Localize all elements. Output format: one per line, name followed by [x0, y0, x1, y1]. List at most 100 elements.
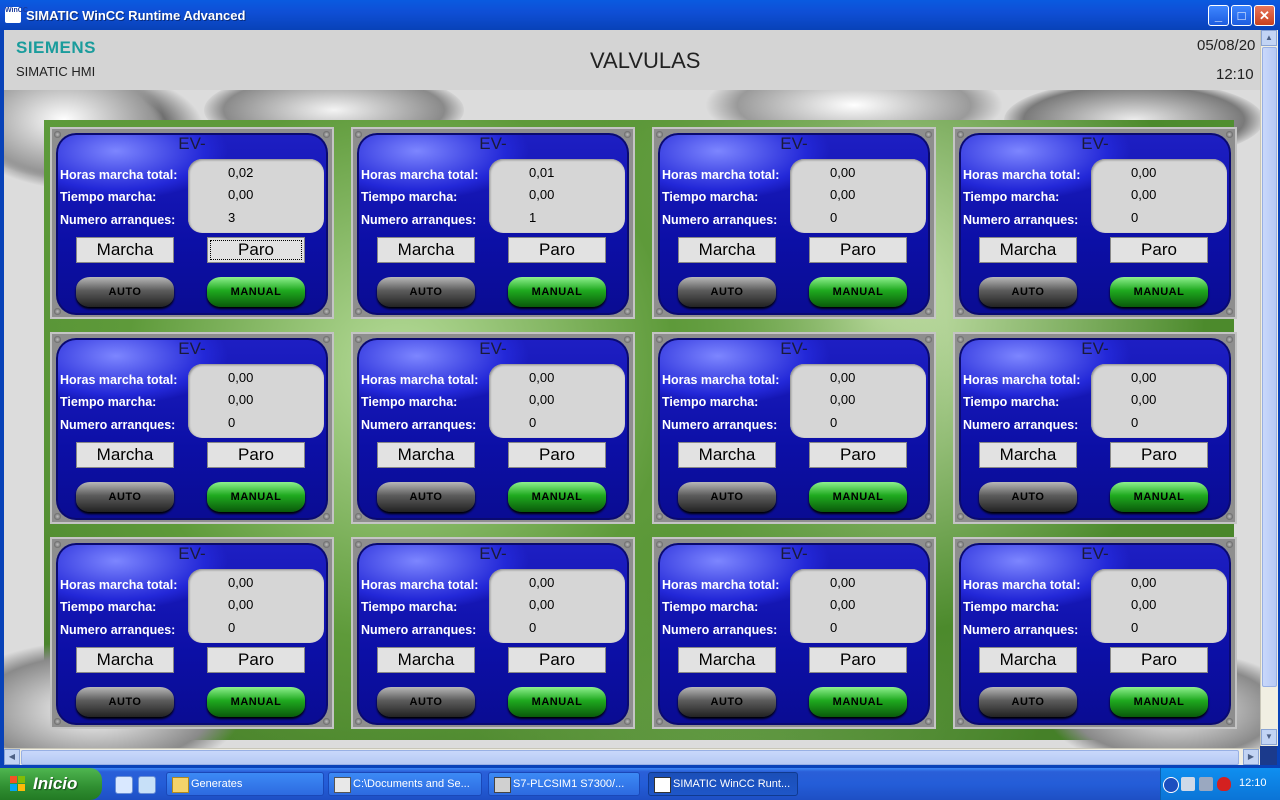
tools-icon[interactable] — [1199, 777, 1213, 791]
paro-button[interactable]: Paro — [207, 442, 305, 468]
valve-title: EV- — [178, 544, 206, 563]
network-icon[interactable] — [1181, 777, 1195, 791]
manual-button[interactable]: MANUAL — [809, 277, 907, 307]
paro-button[interactable]: Paro — [809, 237, 907, 263]
manual-button[interactable]: MANUAL — [508, 687, 606, 717]
screw-icon — [656, 513, 663, 520]
manual-button[interactable]: MANUAL — [207, 277, 305, 307]
auto-button[interactable]: AUTO — [377, 482, 475, 512]
auto-button[interactable]: AUTO — [76, 482, 174, 512]
security-shield-icon[interactable] — [1217, 777, 1231, 791]
auto-button[interactable]: AUTO — [76, 277, 174, 307]
media-player-icon[interactable] — [138, 776, 156, 794]
maximize-button[interactable]: □ — [1231, 5, 1252, 26]
auto-button[interactable]: AUTO — [979, 277, 1077, 307]
marcha-button[interactable]: Marcha — [377, 237, 475, 263]
valve-title: EV- — [178, 134, 206, 153]
horas-marcha-value: 0,00 — [228, 575, 254, 590]
paro-button[interactable]: Paro — [207, 647, 305, 673]
numero-arranques-value: 0 — [228, 415, 236, 430]
auto-button[interactable]: AUTO — [678, 482, 776, 512]
taskbar-item-generates[interactable]: Generates — [166, 772, 324, 796]
horizontal-scrollbar[interactable]: ◀ ▶ — [4, 748, 1260, 766]
manual-button[interactable]: MANUAL — [809, 482, 907, 512]
valve-panel: EV- Horas marcha total: Tiempo marcha: Nume… — [953, 332, 1237, 524]
paro-button[interactable]: Paro — [1110, 237, 1208, 263]
marcha-button[interactable]: Marcha — [979, 647, 1077, 673]
manual-button[interactable]: MANUAL — [1110, 687, 1208, 717]
auto-button[interactable]: AUTO — [678, 687, 776, 717]
start-button[interactable]: Inicio — [0, 768, 102, 800]
paro-button[interactable]: Paro — [809, 647, 907, 673]
screw-icon — [323, 513, 330, 520]
paro-button[interactable]: Paro — [207, 237, 305, 263]
screw-icon — [355, 308, 362, 315]
marcha-button[interactable]: Marcha — [76, 647, 174, 673]
screw-icon — [54, 513, 61, 520]
scroll-right-arrow-icon[interactable]: ▶ — [1243, 749, 1259, 765]
marcha-button[interactable]: Marcha — [678, 442, 776, 468]
manual-button[interactable]: MANUAL — [207, 482, 305, 512]
horas-marcha-label: Horas marcha total: — [60, 168, 178, 182]
taskbar-item-documents[interactable]: C:\Documents and Se... — [328, 772, 482, 796]
marcha-button[interactable]: Marcha — [76, 237, 174, 263]
paro-button[interactable]: Paro — [508, 237, 606, 263]
close-button[interactable]: ✕ — [1254, 5, 1275, 26]
tiempo-marcha-label: Tiempo marcha: — [361, 395, 458, 409]
manual-button[interactable]: MANUAL — [1110, 277, 1208, 307]
screw-icon — [957, 513, 964, 520]
valve-panel-face: EV- Horas marcha total: Tiempo marcha: Nume… — [959, 338, 1231, 520]
screw-icon — [54, 718, 61, 725]
tiempo-marcha-label: Tiempo marcha: — [963, 190, 1060, 204]
manual-button[interactable]: MANUAL — [508, 482, 606, 512]
paro-button[interactable]: Paro — [809, 442, 907, 468]
marcha-button[interactable]: Marcha — [76, 442, 174, 468]
paro-button[interactable]: Paro — [508, 647, 606, 673]
paro-button[interactable]: Paro — [508, 442, 606, 468]
scroll-left-arrow-icon[interactable]: ◀ — [4, 749, 20, 765]
manual-button[interactable]: MANUAL — [809, 687, 907, 717]
valve-title: EV- — [1081, 134, 1109, 153]
auto-button[interactable]: AUTO — [377, 687, 475, 717]
minimize-button[interactable]: _ — [1208, 5, 1229, 26]
internet-explorer-icon[interactable] — [115, 776, 133, 794]
valve-title: EV- — [1081, 544, 1109, 563]
values-box — [790, 364, 926, 438]
numero-arranques-value: 0 — [1131, 620, 1139, 635]
screw-icon — [925, 718, 932, 725]
tray-expand-icon[interactable] — [1163, 777, 1179, 793]
marcha-button[interactable]: Marcha — [678, 647, 776, 673]
marcha-button[interactable]: Marcha — [377, 442, 475, 468]
auto-button[interactable]: AUTO — [678, 277, 776, 307]
values-box — [188, 364, 324, 438]
auto-button[interactable]: AUTO — [979, 482, 1077, 512]
tiempo-marcha-label: Tiempo marcha: — [963, 600, 1060, 614]
auto-button[interactable]: AUTO — [377, 277, 475, 307]
vertical-scrollbar[interactable]: ▲ ▼ — [1260, 30, 1278, 746]
taskbar-item-wincc[interactable]: SIMATIC WinCC Runt... — [648, 772, 798, 796]
screw-icon — [656, 718, 663, 725]
numero-arranques-label: Numero arranques: — [662, 418, 778, 432]
paro-button[interactable]: Paro — [1110, 442, 1208, 468]
horizontal-scroll-thumb[interactable] — [21, 750, 1239, 765]
vertical-scroll-thumb[interactable] — [1262, 47, 1277, 687]
marcha-button[interactable]: Marcha — [678, 237, 776, 263]
manual-button[interactable]: MANUAL — [1110, 482, 1208, 512]
manual-button[interactable]: MANUAL — [508, 277, 606, 307]
auto-button[interactable]: AUTO — [979, 687, 1077, 717]
paro-button[interactable]: Paro — [1110, 647, 1208, 673]
horas-marcha-label: Horas marcha total: — [361, 373, 479, 387]
marcha-button[interactable]: Marcha — [979, 442, 1077, 468]
scroll-down-arrow-icon[interactable]: ▼ — [1261, 729, 1277, 745]
auto-button[interactable]: AUTO — [76, 687, 174, 717]
marcha-button[interactable]: Marcha — [377, 647, 475, 673]
taskbar-item-plcsim[interactable]: S7-PLCSIM1 S7300/... — [488, 772, 640, 796]
numero-arranques-value: 0 — [529, 415, 537, 430]
valve-panel: EV- Horas marcha total: Tiempo marcha: Nume… — [652, 537, 936, 729]
screw-icon — [624, 718, 631, 725]
scroll-up-arrow-icon[interactable]: ▲ — [1261, 30, 1277, 46]
screw-icon — [957, 308, 964, 315]
manual-button[interactable]: MANUAL — [207, 687, 305, 717]
marcha-button[interactable]: Marcha — [979, 237, 1077, 263]
horas-marcha-label: Horas marcha total: — [60, 373, 178, 387]
